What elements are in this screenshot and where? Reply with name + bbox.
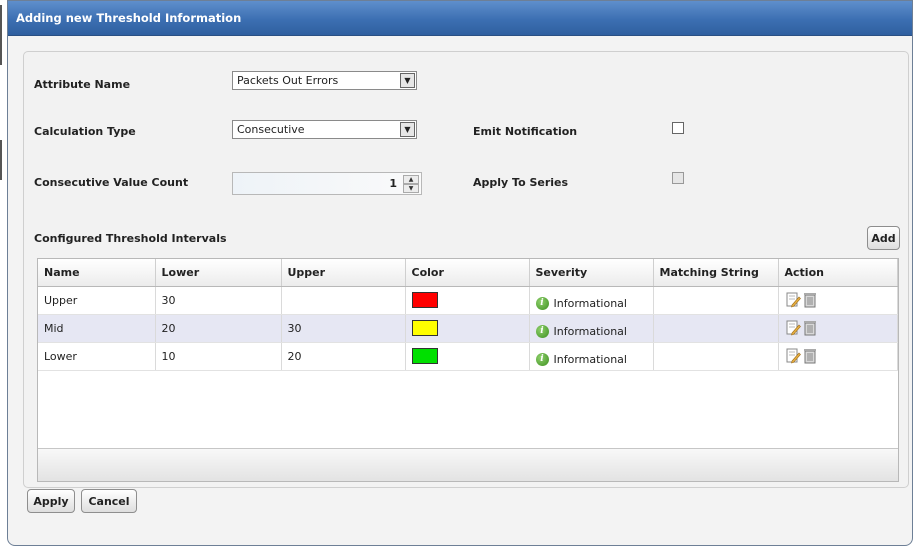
- delete-icon[interactable]: [803, 320, 816, 336]
- emit-notification-label: Emit Notification: [473, 125, 578, 138]
- column-header[interactable]: Name: [38, 259, 156, 287]
- column-header[interactable]: Color: [405, 259, 530, 287]
- increment-icon[interactable]: ▲: [403, 175, 419, 184]
- cell-action: [778, 314, 898, 343]
- cell-matching: [653, 342, 779, 371]
- attribute-name-select[interactable]: Packets Out Errors ▼: [232, 71, 417, 90]
- table-header-row: Name Lower Upper Color Severity Matching…: [38, 259, 898, 287]
- cell-color: [405, 286, 530, 315]
- cell-lower: 10: [155, 342, 282, 371]
- calculation-type-select[interactable]: Consecutive ▼: [232, 120, 417, 139]
- info-icon: i: [535, 296, 549, 310]
- color-swatch: [411, 348, 438, 364]
- column-header[interactable]: Upper: [281, 259, 406, 287]
- cell-severity: i Informational: [529, 286, 654, 315]
- decrement-icon[interactable]: ▼: [403, 184, 419, 193]
- color-swatch: [411, 320, 438, 336]
- table-row[interactable]: Upper 30 i Informational: [38, 286, 898, 315]
- intervals-table: Name Lower Upper Color Severity Matching…: [37, 258, 899, 482]
- table-row[interactable]: Lower 10 20 i Informational: [38, 342, 898, 371]
- apply-button[interactable]: Apply: [27, 489, 75, 513]
- edit-icon[interactable]: [785, 348, 801, 364]
- dialog-title: Adding new Threshold Information: [16, 11, 242, 25]
- add-interval-button[interactable]: Add: [867, 226, 900, 250]
- info-icon: i: [535, 324, 549, 338]
- color-swatch: [411, 292, 438, 308]
- cell-upper: 20: [281, 342, 406, 371]
- cell-color: [405, 314, 530, 343]
- cell-action: [778, 286, 898, 315]
- table-row[interactable]: Mid 20 30 i Informational: [38, 314, 898, 343]
- apply-to-series-checkbox[interactable]: [672, 172, 684, 184]
- cell-matching: [653, 314, 779, 343]
- delete-icon[interactable]: [803, 348, 816, 364]
- dialog-titlebar[interactable]: Adding new Threshold Information: [8, 1, 912, 36]
- severity-text: Informational: [553, 324, 627, 338]
- edit-icon[interactable]: [785, 320, 801, 336]
- cell-upper: [281, 286, 406, 315]
- cell-severity: i Informational: [529, 314, 654, 343]
- apply-to-series-label: Apply To Series: [473, 176, 569, 189]
- form-panel: Attribute Name Packets Out Errors ▼ Calc…: [23, 51, 909, 488]
- consecutive-count-value: 1: [389, 177, 397, 190]
- calculation-type-value: Consecutive: [237, 123, 305, 136]
- column-header[interactable]: Action: [778, 259, 898, 287]
- cell-color: [405, 342, 530, 371]
- cancel-label: Cancel: [88, 494, 130, 508]
- cell-lower: 20: [155, 314, 282, 343]
- cell-action: [778, 342, 898, 371]
- column-header[interactable]: Lower: [155, 259, 282, 287]
- consecutive-count-stepper[interactable]: 1 ▲ ▼: [232, 172, 422, 195]
- intervals-heading: Configured Threshold Intervals: [34, 232, 227, 245]
- add-label: Add: [871, 231, 896, 245]
- table-footer-bar: [38, 448, 898, 481]
- cell-upper: 30: [281, 314, 406, 343]
- column-header[interactable]: Matching String: [653, 259, 779, 287]
- background-edge: [0, 140, 2, 180]
- cell-lower: 30: [155, 286, 282, 315]
- cell-severity: i Informational: [529, 342, 654, 371]
- chevron-down-icon[interactable]: ▼: [400, 73, 415, 88]
- cell-name: Lower: [38, 342, 156, 371]
- chevron-down-icon[interactable]: ▼: [400, 122, 415, 137]
- severity-text: Informational: [553, 352, 627, 366]
- cancel-button[interactable]: Cancel: [81, 489, 137, 513]
- attribute-name-label: Attribute Name: [34, 78, 131, 91]
- consecutive-count-label: Consecutive Value Count: [34, 176, 189, 189]
- cell-matching: [653, 286, 779, 315]
- threshold-dialog: Adding new Threshold Information Attribu…: [7, 0, 913, 546]
- cell-name: Mid: [38, 314, 156, 343]
- info-icon: i: [535, 352, 549, 366]
- apply-label: Apply: [33, 494, 69, 508]
- severity-text: Informational: [553, 296, 627, 310]
- cell-name: Upper: [38, 286, 156, 315]
- column-header[interactable]: Severity: [529, 259, 654, 287]
- emit-notification-checkbox[interactable]: [672, 122, 684, 134]
- edit-icon[interactable]: [785, 292, 801, 308]
- calculation-type-label: Calculation Type: [34, 125, 136, 138]
- background-edge: [0, 5, 2, 65]
- delete-icon[interactable]: [803, 292, 816, 308]
- attribute-name-value: Packets Out Errors: [237, 74, 339, 87]
